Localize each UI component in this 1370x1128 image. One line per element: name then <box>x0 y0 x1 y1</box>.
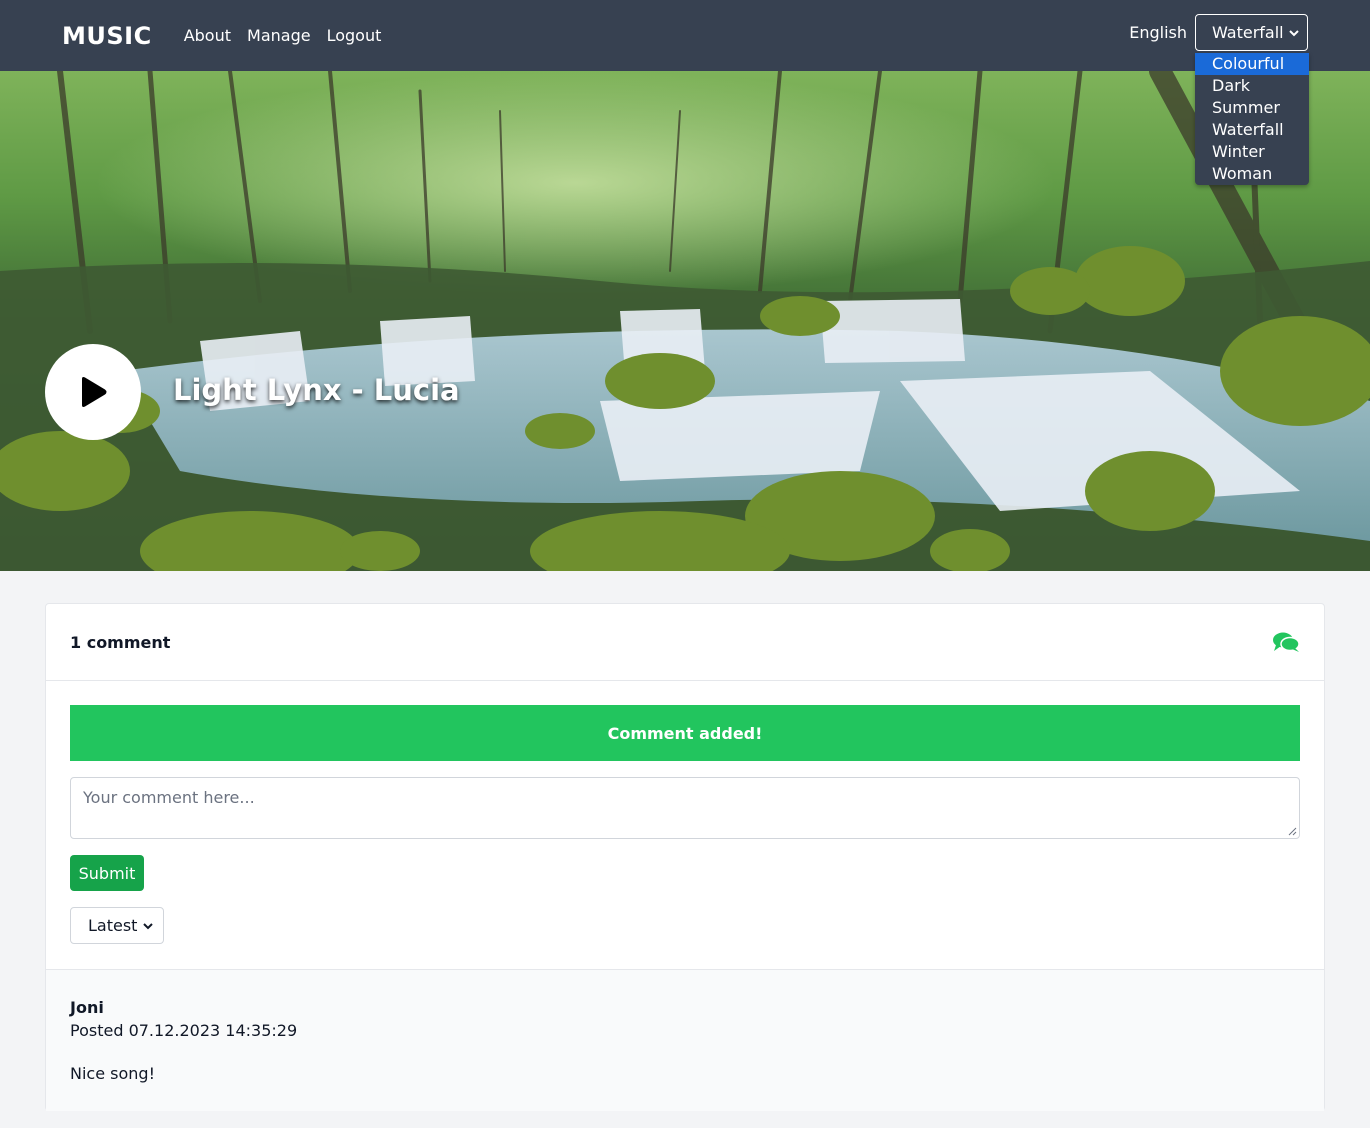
comment-list: Joni Posted 07.12.2023 14:35:29 Nice son… <box>46 969 1324 1111</box>
main-nav: About Manage Logout <box>176 26 390 45</box>
comment-item: Joni Posted 07.12.2023 14:35:29 Nice son… <box>70 998 1300 1083</box>
comment-textarea[interactable]: Your comment here... <box>70 777 1300 839</box>
comment-placeholder: Your comment here... <box>83 788 255 807</box>
comment-author: Joni <box>70 998 104 1017</box>
comments-card: 1 comment Comment added! Your comment he… <box>45 603 1325 1111</box>
comments-header: 1 comment <box>46 604 1324 681</box>
comments-icon <box>1273 632 1300 652</box>
play-icon <box>82 377 107 407</box>
nav-logout-link[interactable]: Logout <box>319 26 390 45</box>
nav-manage-link[interactable]: Manage <box>239 26 319 45</box>
waterfall-forest-image <box>0 71 1370 571</box>
top-navbar: MUSIC About Manage Logout English Waterf… <box>0 0 1370 71</box>
theme-option-colourful[interactable]: Colourful <box>1195 53 1309 75</box>
theme-select[interactable]: Waterfall <box>1195 14 1308 51</box>
theme-option-dark[interactable]: Dark <box>1195 75 1309 97</box>
language-switch[interactable]: English <box>1129 23 1187 42</box>
nav-right-controls: English Waterfall <box>1129 14 1308 51</box>
comment-form: Comment added! Your comment here... Subm… <box>46 681 1324 969</box>
comment-timestamp: Posted 07.12.2023 14:35:29 <box>70 1021 298 1040</box>
theme-dropdown-list: Colourful Dark Summer Waterfall Winter W… <box>1195 53 1309 185</box>
theme-option-waterfall[interactable]: Waterfall <box>1195 119 1309 141</box>
chevron-down-icon <box>1289 29 1299 36</box>
theme-option-woman[interactable]: Woman <box>1195 163 1309 185</box>
hero-banner: Light Lynx - Lucia <box>0 71 1370 571</box>
theme-option-winter[interactable]: Winter <box>1195 141 1309 163</box>
submit-button[interactable]: Submit <box>70 855 144 891</box>
success-alert: Comment added! <box>70 705 1300 761</box>
chevron-down-icon <box>143 922 153 929</box>
resize-grip-icon[interactable] <box>1287 826 1297 836</box>
song-title: Light Lynx - Lucia <box>173 373 460 407</box>
nav-about-link[interactable]: About <box>176 26 239 45</box>
theme-select-value: Waterfall <box>1212 23 1284 42</box>
sort-select-value: Latest <box>88 916 138 935</box>
brand-logo[interactable]: MUSIC <box>62 22 152 50</box>
comment-text: Nice song! <box>70 1064 155 1083</box>
sort-select[interactable]: Latest <box>70 907 164 944</box>
play-button[interactable] <box>45 344 141 440</box>
comment-count: 1 comment <box>70 632 171 652</box>
theme-option-summer[interactable]: Summer <box>1195 97 1309 119</box>
